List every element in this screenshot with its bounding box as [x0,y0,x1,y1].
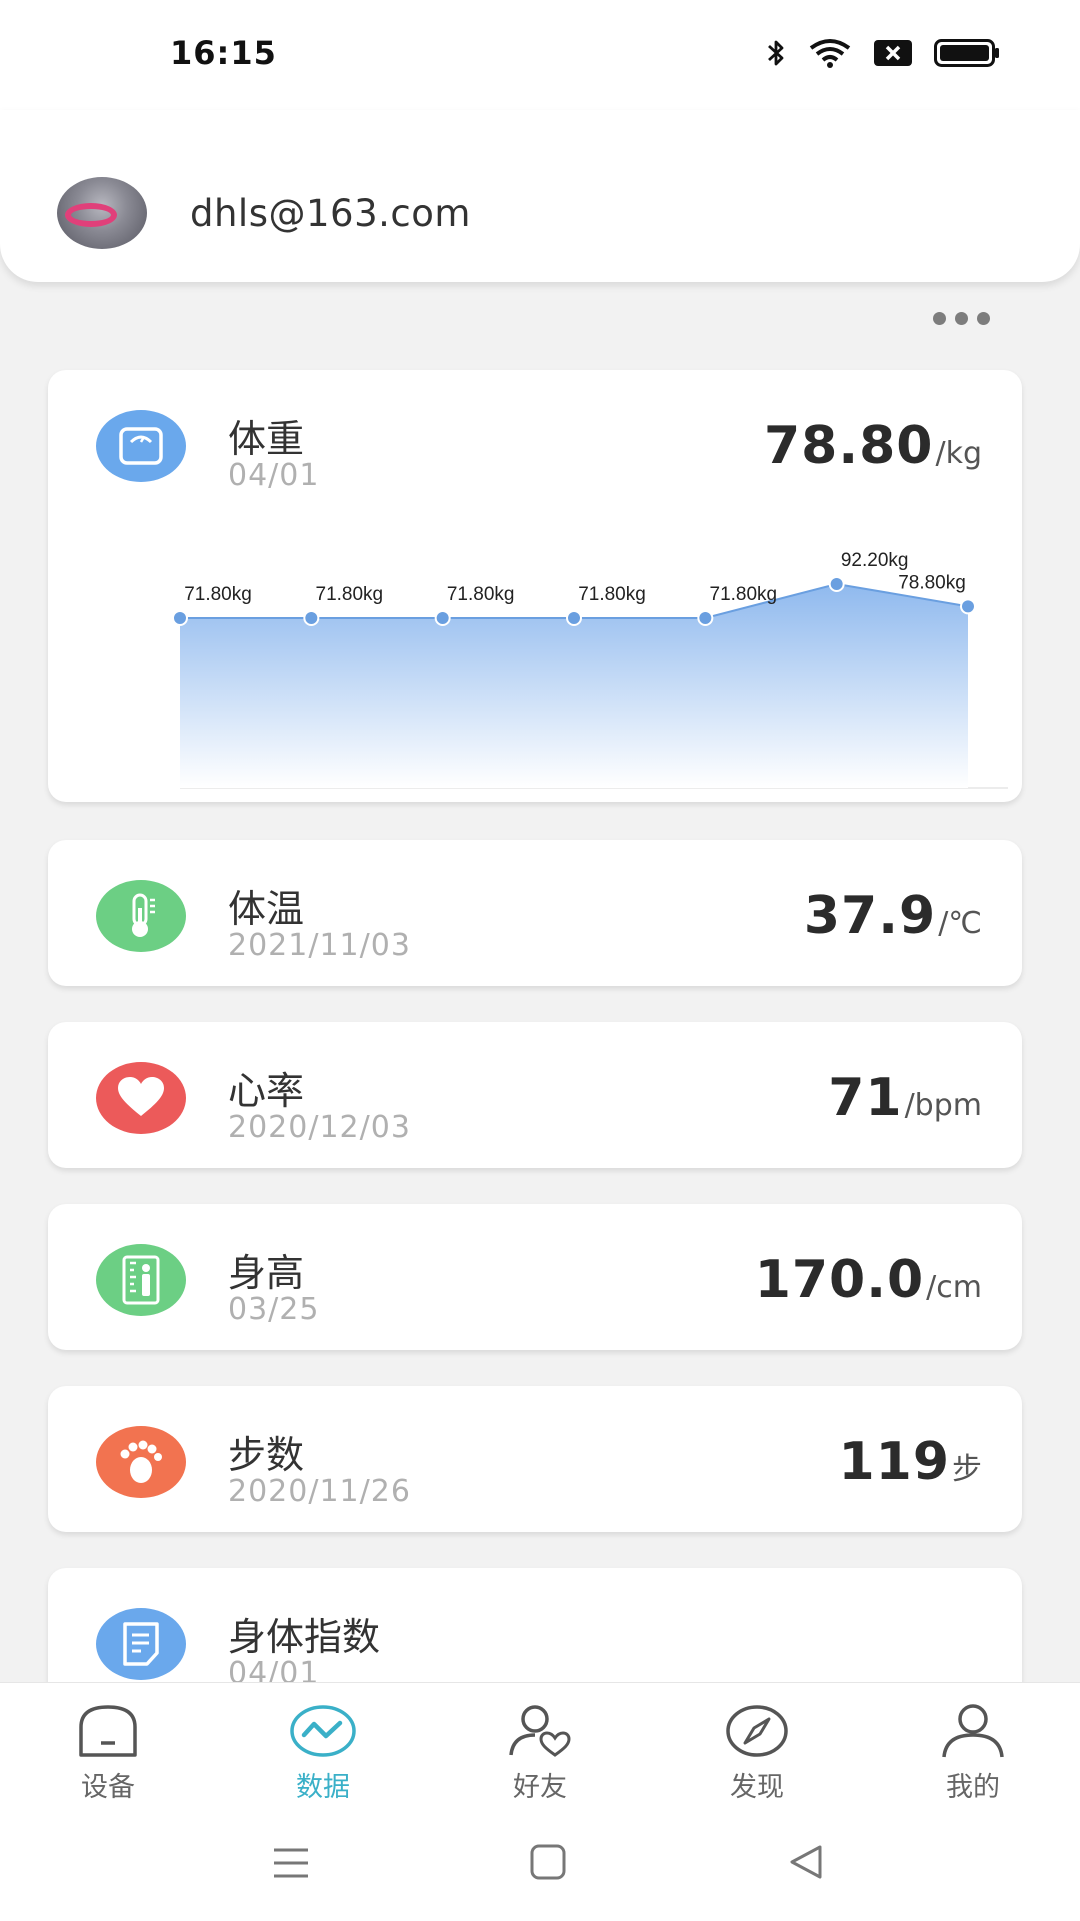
weight-chart: 71.80kg 71.80kg 71.80kg 71.80kg 71.80kg 92.20… [108,520,1028,810]
nav-item-device[interactable]: 设备 [43,1703,173,1804]
chart-data-label: 71.80kg [184,584,252,605]
chart-data-label: 71.80kg [316,584,384,605]
nav-item-profile[interactable]: 我的 [908,1703,1038,1804]
avatar[interactable] [57,177,147,249]
chart-point [566,610,582,626]
data-chart-icon [290,1705,356,1757]
chart-data-label: 78.80kg [898,572,966,593]
status-time: 16:15 [170,34,277,72]
back-icon[interactable] [788,1844,824,1880]
card-value: 78.80 [763,416,934,476]
nav-label: 数据 [296,1772,350,1803]
nav-label: 好友 [513,1772,567,1803]
menu-icon[interactable] [272,1846,310,1880]
nav-label: 我的 [946,1772,1000,1803]
card-title: 体重 [228,417,305,461]
nav-item-data[interactable]: 数据 [258,1703,388,1804]
height-card[interactable]: 身高 03/25 170.0/cm [48,1204,1022,1350]
chart-point [172,610,188,626]
device-icon [79,1705,137,1757]
card-date: 04/01 [228,458,320,493]
home-icon[interactable] [530,1844,566,1880]
card-title: 心率 [228,1069,305,1113]
chart-point [303,610,320,626]
system-navigation-bar [0,1828,1080,1908]
nav-item-discover[interactable]: 发现 [692,1703,822,1804]
sim-icon [874,40,912,66]
nav-label: 设备 [81,1772,135,1803]
card-date: 03/25 [228,1292,320,1327]
heart-rate-card[interactable]: 心率 2020/12/03 71/bpm [48,1022,1022,1168]
account-header: dhls@163.com [0,110,1080,282]
thermometer-icon [96,880,186,952]
chart-point [960,598,976,615]
card-date: 2020/12/03 [228,1110,411,1145]
card-title: 身体指数 [228,1615,381,1659]
account-email: dhls@163.com [190,192,471,235]
card-title: 体温 [228,887,305,931]
chart-point [434,610,451,626]
chart-data-label: 92.20kg [841,550,909,571]
card-title: 身高 [228,1251,305,1295]
friends-icon [509,1705,571,1757]
weight-card[interactable]: 体重 04/01 78.80/kg 71.80kg 71.80kg 71.80kg 7… [48,370,1028,802]
battery-icon [934,39,999,67]
scale-icon [96,410,186,482]
bottom-navigation: 设备 数据 好友 发现 我的 [0,1682,1080,1921]
steps-card[interactable]: 步数 2020/11/26 119步 [48,1386,1022,1532]
chart-point [828,576,845,592]
card-reading: 71/bpm [828,1068,982,1128]
card-unit: /kg [935,436,982,471]
bluetooth-icon [768,40,784,66]
card-unit: /bpm [904,1088,982,1123]
temperature-card[interactable]: 体温 2021/11/03 37.9/℃ [48,840,1022,986]
card-value: 170.0 [754,1250,925,1310]
chart-data-label: 71.80kg [578,584,646,605]
document-icon [96,1608,186,1680]
chart-point [697,610,714,626]
compass-icon [726,1705,788,1757]
card-unit: /cm [926,1270,982,1305]
card-reading: 78.80/kg [764,416,982,476]
height-ruler-icon [96,1244,186,1316]
nav-item-friends[interactable]: 好友 [475,1703,605,1804]
card-reading: 170.0/cm [755,1250,982,1310]
chart-data-label: 71.80kg [447,584,515,605]
card-reading: 37.9/℃ [804,886,982,946]
card-date: 2020/11/26 [228,1474,411,1509]
chart-data-label: 71.80kg [710,584,778,605]
card-title: 步数 [228,1433,305,1477]
card-value: 71 [828,1068,903,1128]
weight-chart-svg: 71.80kg 71.80kg 71.80kg 71.80kg 71.80kg 92.20… [172,550,1028,789]
wifi-icon [809,39,851,68]
status-bar: 16:15 [0,0,1080,110]
card-date: 2021/11/03 [228,928,411,963]
card-value: 37.9 [803,886,937,946]
heart-icon [96,1062,186,1134]
profile-icon [942,1704,1004,1758]
status-icons [766,38,1000,68]
card-value: 119 [838,1432,950,1492]
more-options-icon[interactable] [933,312,990,325]
footprint-icon [96,1426,186,1498]
card-reading: 119步 [838,1432,982,1492]
nav-label: 发现 [730,1772,784,1803]
card-unit: /℃ [938,906,982,941]
card-unit: 步 [952,1452,982,1487]
